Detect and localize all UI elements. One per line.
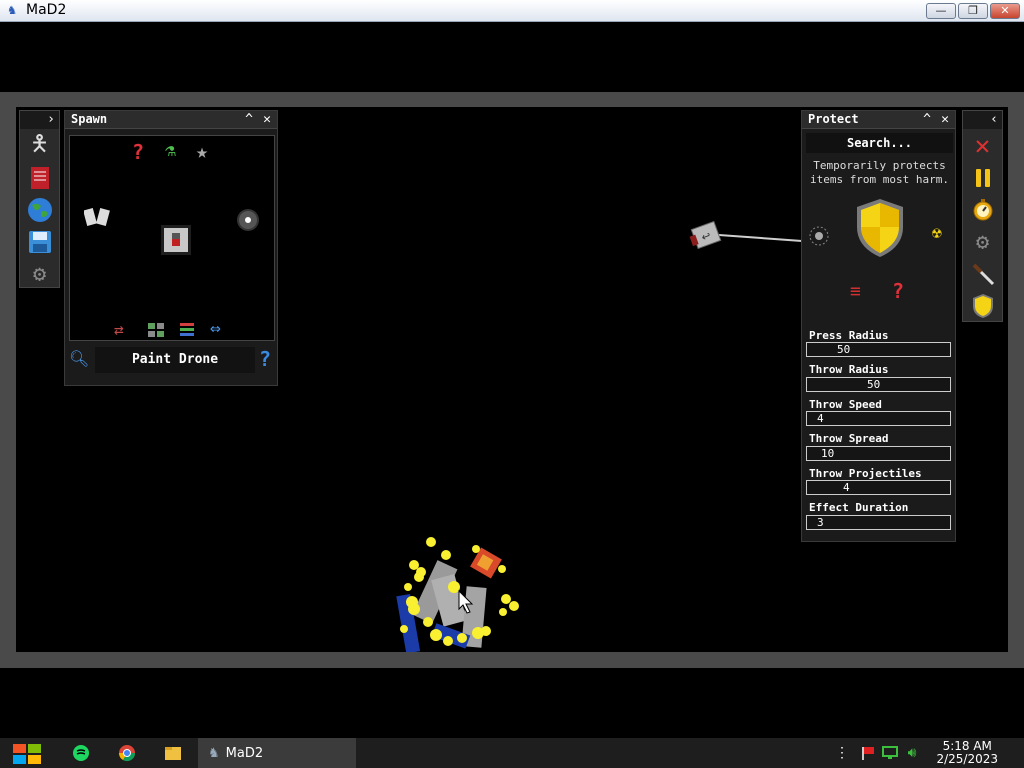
help-button[interactable]: ? [259, 347, 271, 371]
more-icon[interactable]: ⋮ [834, 738, 850, 768]
selected-item-name: Paint Drone [95, 347, 255, 373]
gear-icon[interactable]: ⚙ [967, 227, 999, 257]
protect-collapse-button[interactable]: ^ [919, 111, 935, 129]
throw-spread-label: Throw Spread [809, 432, 889, 445]
paint-drone-center-icon[interactable] [158, 222, 194, 262]
gear-icon[interactable]: ⚙ [24, 259, 56, 289]
spawn-preview[interactable]: ? ⚗ ★ ⇄ ⇔ [69, 135, 275, 341]
spawn-collapse-button[interactable]: ^ [241, 111, 257, 129]
throw-spread-field[interactable]: 10 [806, 446, 951, 461]
taskbar: ♞ MaD2 ⋮ 🔊︎ 5:18 AM 2/25/2023 [0, 738, 1024, 768]
grid-icon[interactable] [148, 322, 164, 341]
throw-projectiles-field[interactable]: 4 [806, 480, 951, 495]
globe-icon[interactable] [24, 195, 56, 225]
menu-lines-icon[interactable]: ≡ [850, 281, 861, 302]
protect-search-field[interactable]: Search... [806, 133, 953, 153]
volume-icon[interactable]: 🔊︎ [902, 738, 922, 768]
network-icon[interactable] [880, 738, 900, 768]
start-button[interactable] [8, 738, 46, 768]
drone-sprite[interactable]: ↩ [688, 220, 722, 250]
help-question-icon[interactable]: ? [892, 279, 904, 303]
mad2-app-icon: ♞ [208, 745, 220, 761]
taskbar-app-label: MaD2 [225, 745, 264, 761]
left-toolbar: › 🯅 ⚙ [19, 110, 60, 288]
book-icon[interactable] [24, 163, 56, 193]
clock-date: 2/25/2023 [936, 752, 998, 766]
spotify-icon[interactable] [66, 738, 96, 768]
right-toolbar: ‹ ✕ ⚙ [962, 110, 1003, 322]
flask-icon[interactable]: ⚗ [165, 140, 176, 161]
throw-radius-field[interactable]: 50 [806, 377, 951, 392]
sparkle-icon[interactable] [808, 225, 830, 251]
spawn-close-button[interactable]: ✕ [259, 111, 275, 129]
throw-speed-label: Throw Speed [809, 398, 882, 411]
arrows-icon[interactable]: ⇔ [210, 318, 221, 339]
collapse-toolbar-button[interactable]: ‹ [990, 111, 998, 129]
throw-speed-field[interactable]: 4 [806, 411, 951, 426]
minimize-button[interactable]: — [926, 3, 956, 19]
knife-icon[interactable] [967, 259, 999, 289]
shield-icon[interactable] [854, 197, 906, 263]
expand-toolbar-button[interactable]: › [47, 111, 55, 129]
spawn-panel-header: Spawn ^ ✕ [65, 111, 277, 129]
pause-icon[interactable] [967, 163, 999, 193]
flag-icon[interactable] [858, 738, 878, 768]
spawn-panel: Spawn ^ ✕ ? ⚗ ★ ⇄ ⇔ 🔍︎ Paint Drone ? [64, 110, 278, 386]
throw-projectiles-label: Throw Projectiles [809, 467, 922, 480]
swap-icon[interactable]: ⇄ [114, 320, 124, 339]
maximize-button[interactable]: ❐ [958, 3, 988, 19]
figure-icon[interactable]: 🯅 [24, 131, 56, 161]
spawn-bottom-bar: 🔍︎ Paint Drone ? [69, 345, 275, 375]
taskbar-app-mad2[interactable]: ♞ MaD2 [198, 738, 356, 768]
protect-panel-header: Protect ^ ✕ [802, 111, 955, 129]
clock[interactable]: 5:18 AM 2/25/2023 [936, 740, 998, 766]
search-icon[interactable]: 🔍︎ [69, 349, 89, 368]
protect-description: Temporarily protects items from most har… [809, 159, 950, 186]
effect-duration-label: Effect Duration [809, 501, 909, 514]
window-title: MaD2 [26, 2, 67, 18]
protect-panel: Protect ^ ✕ Search... Temporarily protec… [801, 110, 956, 542]
press-radius-field[interactable]: 50 [806, 342, 951, 357]
app-icon: ♞ [8, 3, 16, 18]
stopwatch-icon[interactable] [967, 195, 999, 225]
list-icon[interactable] [180, 322, 194, 341]
tether-line [718, 234, 803, 242]
throw-radius-label: Throw Radius [809, 363, 889, 376]
protect-close-button[interactable]: ✕ [937, 111, 953, 129]
effect-duration-field[interactable]: 3 [806, 515, 951, 530]
paint-drone-right-icon[interactable] [234, 206, 262, 238]
radiation-icon[interactable]: ☢ [932, 223, 942, 242]
shield-small-icon[interactable] [967, 291, 999, 321]
chrome-icon[interactable] [112, 738, 142, 768]
left-toolbar-header: › [20, 111, 59, 129]
save-icon[interactable] [24, 227, 56, 257]
close-icon[interactable]: ✕ [967, 131, 999, 161]
press-radius-label: Press Radius [809, 329, 889, 342]
question-icon[interactable]: ? [132, 140, 144, 164]
paint-drone-left-icon[interactable] [83, 206, 110, 232]
spawn-panel-title: Spawn [71, 112, 108, 126]
right-toolbar-header: ‹ [963, 111, 1002, 129]
file-explorer-icon[interactable] [158, 738, 188, 768]
window-titlebar: ♞ MaD2 — ❐ ✕ [0, 0, 1024, 22]
protect-panel-title: Protect [808, 112, 859, 126]
star-icon[interactable]: ★ [196, 139, 208, 163]
close-window-button[interactable]: ✕ [990, 3, 1020, 19]
